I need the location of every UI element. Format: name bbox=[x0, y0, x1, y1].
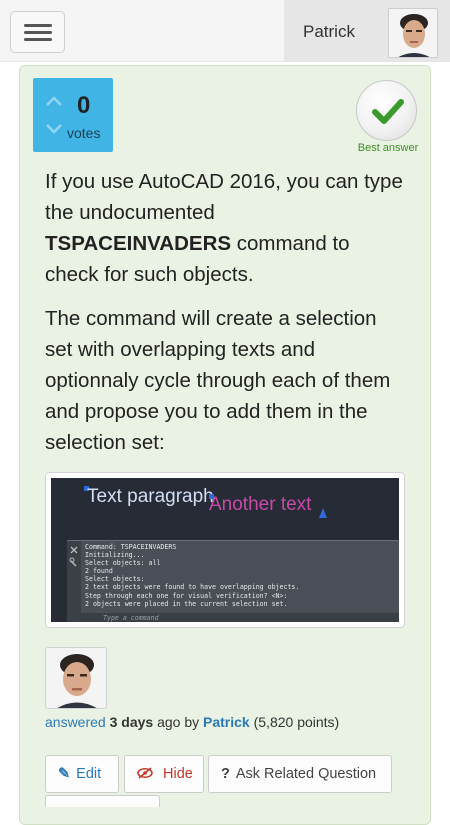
grip-triangle-icon bbox=[319, 508, 327, 518]
ask-related-button[interactable]: ? Ask Related Question bbox=[208, 755, 392, 793]
author-link[interactable]: Patrick bbox=[203, 714, 250, 730]
best-answer-button[interactable] bbox=[356, 80, 417, 141]
console-line: 2 found bbox=[85, 567, 113, 576]
checkmark-icon bbox=[372, 99, 404, 124]
edit-button[interactable]: ✎ Edit bbox=[45, 755, 119, 793]
vote-down-icon[interactable] bbox=[45, 123, 63, 137]
top-bar: Patrick bbox=[0, 0, 450, 62]
answered-link[interactable]: answered bbox=[45, 714, 106, 730]
eye-slash-icon bbox=[137, 766, 157, 782]
console-output: Command: TSPACEINVADERS Initializing... Se… bbox=[85, 543, 299, 608]
console-line: Command: TSPACEINVADERS bbox=[85, 543, 177, 551]
command-name: TSPACEINVADERS bbox=[45, 232, 232, 255]
answer-paragraph-1: If you use AutoCAD 2016, you can type th… bbox=[45, 166, 405, 290]
author-points: (5,820 points) bbox=[253, 714, 340, 730]
hamburger-icon-line bbox=[24, 31, 52, 34]
user-name[interactable]: Patrick bbox=[303, 22, 355, 42]
canvas-text-paragraph: Text paragraph bbox=[87, 486, 214, 507]
autocad-canvas: Text paragraph Another text Command: TSP… bbox=[51, 478, 399, 622]
answer-time: 3 days bbox=[109, 714, 154, 730]
console-line: Select objects: bbox=[85, 575, 145, 584]
console-line: Step through each one for visual verific… bbox=[85, 591, 288, 600]
user-avatar-icon[interactable] bbox=[388, 8, 438, 58]
answer-paragraph-2: The command will create a selection set … bbox=[45, 307, 391, 454]
author-avatar[interactable] bbox=[45, 647, 107, 709]
console-input: Type a command bbox=[81, 613, 399, 622]
ask-label: Ask Related Question bbox=[235, 766, 377, 782]
best-answer-label: Best answer bbox=[357, 142, 419, 154]
console-line: Select objects: all bbox=[85, 559, 161, 568]
ago-by-text: ago by bbox=[157, 714, 200, 730]
hide-label: Hide bbox=[163, 766, 193, 782]
more-button[interactable] bbox=[45, 795, 160, 807]
para1-prefix: If you use AutoCAD 2016, you can type th… bbox=[45, 170, 403, 224]
answer-meta: answered 3 days ago by Patrick (5,820 po… bbox=[45, 714, 339, 730]
vote-up-icon[interactable] bbox=[45, 95, 63, 109]
canvas-text-another: Another text bbox=[209, 494, 312, 515]
menu-button[interactable] bbox=[10, 11, 65, 53]
question-icon: ? bbox=[221, 766, 230, 782]
edit-label: Edit bbox=[76, 766, 102, 782]
console-line: Initializing... bbox=[85, 551, 145, 560]
vote-box: 0 votes bbox=[33, 78, 113, 152]
console-line: 2 objects were placed in the current sel… bbox=[85, 599, 288, 608]
hide-button[interactable]: Hide bbox=[124, 755, 204, 793]
console-side-bar bbox=[67, 541, 81, 622]
vote-count: 0 bbox=[77, 92, 91, 119]
embedded-screenshot[interactable]: Text paragraph Another text Command: TSP… bbox=[45, 472, 405, 628]
hamburger-icon bbox=[24, 24, 52, 27]
console-line: 2 text objects were found to have overla… bbox=[85, 583, 300, 592]
hamburger-icon-line bbox=[24, 38, 52, 41]
edit-icon: ✎ bbox=[58, 766, 71, 782]
vote-label: votes bbox=[67, 125, 101, 141]
user-menu[interactable]: Patrick bbox=[284, 0, 450, 62]
command-console: Command: TSPACEINVADERS Initializing... Se… bbox=[67, 540, 399, 622]
